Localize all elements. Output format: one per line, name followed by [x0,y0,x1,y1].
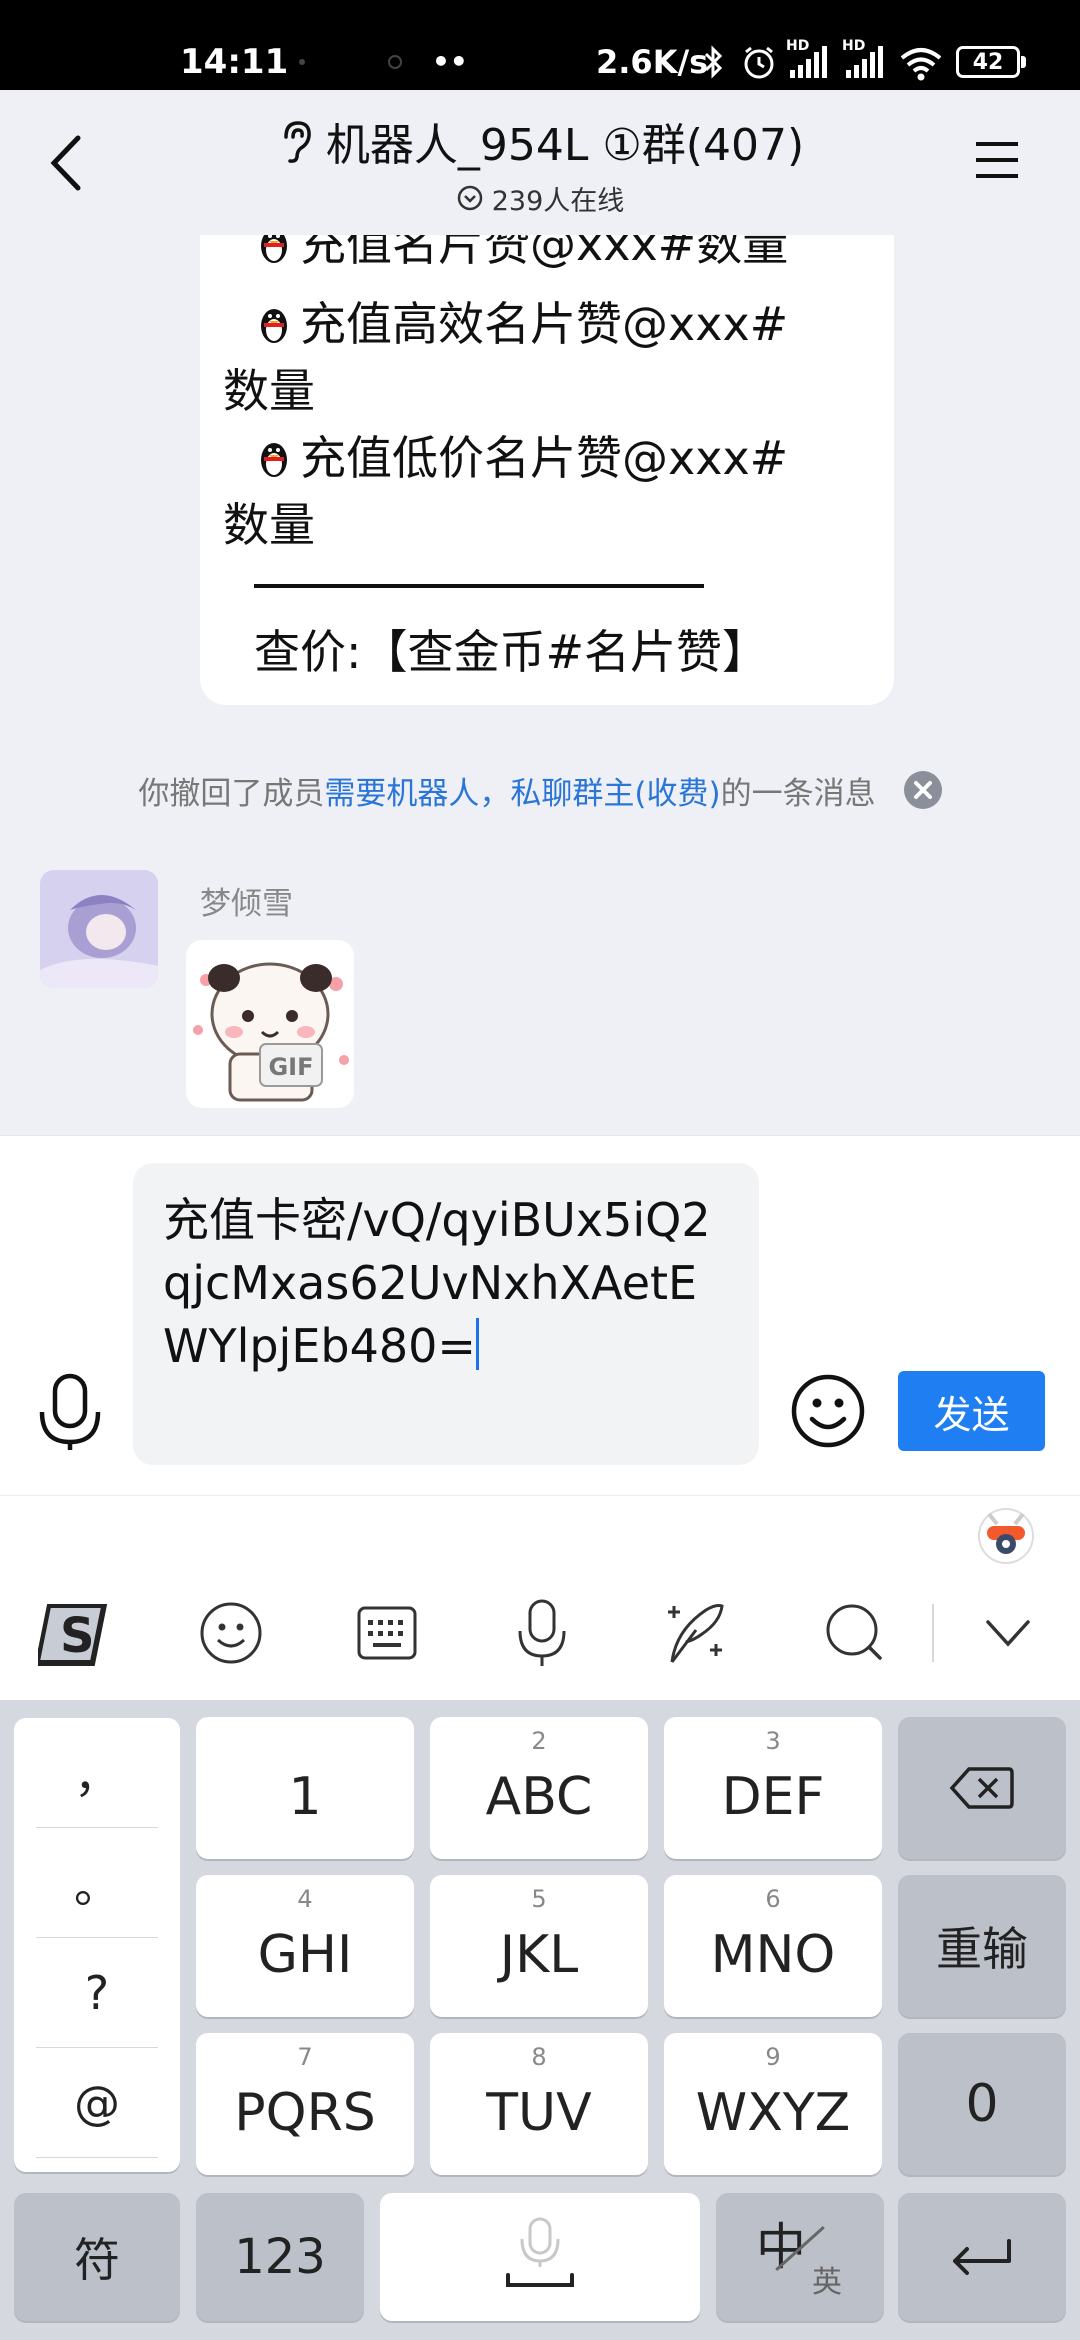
page-title: 机器人_954L ①群(407) [325,120,805,171]
recall-suffix: 的一条消息 [720,775,876,812]
backspace-icon [949,1767,1014,1809]
online-count-label: 239人在线 [491,185,625,217]
punct-key[interactable]: 。 [36,1828,158,1938]
key-ghi[interactable]: 4 GHI [196,1875,414,2017]
bubble-line: 充值低价名片赞@xxx# [256,427,788,489]
key-jkl[interactable]: 5 JKL [430,1875,648,2017]
emoji-button[interactable] [790,1373,866,1449]
send-button[interactable]: 发送 [898,1371,1045,1451]
recall-notice: 你撤回了成员 需要机器人，私聊群主(收费) 的一条消息 [0,762,1080,818]
notification-icon [292,40,312,84]
message-bubble[interactable]: 充值名片赞@xxx#数量 充值高效名片赞@xxx# 数量 充值低价名片赞@xxx… [200,235,894,705]
symbols-key[interactable]: 符 [14,2193,180,2321]
avatar[interactable] [40,870,158,988]
penguin-icon [261,309,287,343]
gif-badge: GIF [268,1053,314,1081]
menu-button[interactable] [974,138,1020,182]
status-bar: 14:11 •• 2.6K/s HD HD 42 [0,0,1080,90]
chat-title-area[interactable]: 机器人_954L ①群(407) [0,110,1080,172]
signal-tag: HD [842,38,866,54]
network-speed: 2.6K/s [596,43,709,81]
battery-icon: 42 [956,40,1028,84]
search-icon[interactable] [822,1600,886,1666]
emoji-panel-icon[interactable] [198,1600,264,1666]
key-abc[interactable]: 2 ABC [430,1717,648,1859]
lang-main: 中 [756,2218,806,2276]
sogou-logo-icon[interactable]: S [38,1596,118,1672]
lang-sub: 英 [812,2265,842,2300]
punct-key[interactable]: @ [36,2048,158,2158]
keyboard-icon[interactable] [356,1604,418,1662]
bubble-line: 数量 [223,498,315,552]
chevron-down-circle-icon [456,184,484,212]
punct-key[interactable]: ， [36,1718,158,1828]
wifi-icon [898,40,944,84]
svg-text:S: S [60,1608,95,1664]
penguin-icon [261,443,287,477]
status-dots: •• [432,45,468,78]
reenter-key[interactable]: 重输 [898,1875,1066,2017]
key-wxyz[interactable]: 9 WXYZ [664,2033,882,2175]
language-toggle-key[interactable]: 中 英 [716,2193,884,2321]
signal-tag: HD [786,38,810,54]
close-icon[interactable] [903,771,942,809]
bubble-line: 充值高效名片赞@xxx# [256,293,788,355]
chat-header: 机器人_954L ①群(407) 239人在线 [0,90,1080,235]
handwriting-icon[interactable] [666,1600,730,1666]
notification-icon [382,40,408,84]
sender-name: 梦倾雪 [200,886,293,922]
key-1[interactable]: 1 [196,1717,414,1859]
ime-mascot-icon[interactable] [975,1500,1037,1566]
voice-input-button[interactable] [36,1372,104,1452]
space-key[interactable] [380,2193,700,2321]
alarm-icon [740,40,778,84]
collapse-keyboard-icon[interactable] [984,1616,1032,1650]
bubble-line: 充值名片赞@xxx#数量 [256,235,788,275]
backspace-key[interactable] [898,1717,1066,1859]
status-time: 14:11 [180,42,289,82]
key-tuv[interactable]: 8 TUV [430,2033,648,2175]
penguin-icon [261,235,287,263]
bluetooth-icon [700,40,726,84]
key-mno[interactable]: 6 MNO [664,1875,882,2017]
punctuation-column[interactable]: ， 。 ? @ [14,1718,180,2172]
numbers-key[interactable]: 123 [196,2193,364,2321]
key-0[interactable]: 0 [898,2033,1066,2175]
battery-level: 42 [956,46,1020,78]
punct-key[interactable]: ? [36,1938,158,2048]
divider [254,584,704,588]
microphone-icon [506,2217,574,2287]
microphone-icon[interactable] [514,1598,570,1668]
sticker-message[interactable]: GIF [186,940,354,1108]
recall-prefix: 你撤回了成员 [138,775,325,812]
bubble-line: 查价:【查金币#名片赞】 [254,625,769,679]
member-link[interactable]: 需要机器人，私聊群主(收费) [324,768,720,813]
online-count[interactable]: 239人在线 [0,178,1080,218]
input-text: 充值卡密/vQ/qyiBUx5iQ2qjcMxas62UvNxhXAetEWYl… [163,1193,711,1373]
text-caret [475,1318,479,1370]
message-input[interactable]: 充值卡密/vQ/qyiBUx5iQ2qjcMxas62UvNxhXAetEWYl… [133,1163,759,1465]
toolbar-divider [932,1604,934,1662]
key-def[interactable]: 3 DEF [664,1717,882,1859]
enter-icon [953,2239,1011,2275]
bubble-line: 数量 [223,364,315,418]
key-pqrs[interactable]: 7 PQRS [196,2033,414,2175]
enter-key[interactable] [898,2193,1066,2321]
ear-icon [276,117,316,165]
